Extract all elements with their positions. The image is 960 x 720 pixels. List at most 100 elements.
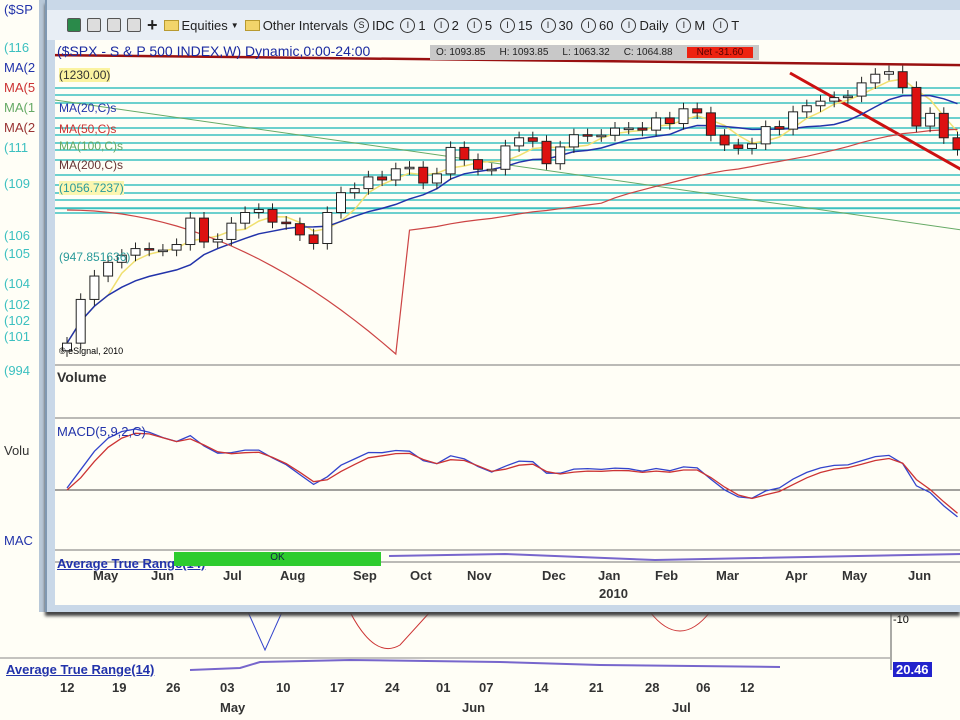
background-date-tick: 12 [60, 680, 75, 695]
candle-up [801, 105, 812, 113]
candle-down [473, 159, 483, 170]
interval-button-daily[interactable]: I Daily [621, 17, 668, 33]
background-date-tick: 06 [696, 680, 711, 695]
price-chart[interactable] [55, 40, 960, 605]
interval-button-15[interactable]: I 15 [500, 17, 533, 33]
interval-button-5[interactable]: I5 [466, 17, 492, 33]
background-left-panel: ($SP (116 MA(2 MA(5 MA(1 MA(2 (111 (109 (106 (105… [0, 0, 45, 612]
background-left-label: MAC [4, 533, 33, 548]
candle-up [445, 146, 456, 175]
background-left-label: (106 [4, 228, 31, 243]
interval-icon: I [713, 17, 729, 33]
background-month-tick: Jun [462, 700, 486, 715]
interval-label: 30 [558, 17, 573, 33]
candle-down [144, 248, 155, 251]
interval-button-t[interactable]: IT [713, 17, 740, 33]
candle-down [541, 140, 552, 165]
candle-up [596, 134, 607, 138]
other-intervals-menu[interactable]: Other Intervals [244, 18, 348, 33]
interval-button-2[interactable]: I2 [433, 17, 459, 33]
candle-down [459, 146, 470, 161]
candle-down [719, 134, 730, 146]
interval-icon: I [621, 17, 637, 33]
background-date-tick: 12 [740, 680, 755, 695]
month-tick: Sep [353, 568, 377, 583]
month-tick: Jan [598, 568, 621, 583]
candle-up [130, 248, 141, 256]
interval-label: M [694, 17, 706, 33]
background-date-tick: 19 [112, 680, 127, 695]
month-tick: Dec [542, 568, 566, 583]
month-tick: Oct [410, 568, 432, 583]
background-left-label: (101 [4, 329, 31, 344]
ohlc-readout: O: 1093.85 H: 1093.85 L: 1063.32 C: 1064… [430, 45, 760, 60]
candle-up [226, 222, 237, 240]
candle-down [377, 176, 388, 181]
month-tick: Jul [223, 568, 242, 583]
symbol-icon: S [353, 17, 369, 33]
properties-icon[interactable] [127, 18, 141, 32]
volume-label: Volume [57, 369, 107, 385]
year-label: 2010 [599, 586, 628, 601]
interval-icon: I [676, 17, 692, 33]
background-date-tick: 24 [385, 680, 400, 695]
copy-icon[interactable] [107, 18, 121, 32]
high-value: H: 1093.85 [499, 47, 549, 58]
macd-label: MACD(5,9,2,C) [57, 424, 146, 439]
add-icon[interactable]: + [147, 15, 158, 36]
symbol-idc-button[interactable]: S IDC [353, 17, 395, 33]
interval-button-1[interactable]: I1 [400, 17, 426, 33]
chart-title: ($SPX - S & P 500 INDEX,W) Dynamic,0:00-… [57, 43, 371, 59]
month-tick: Aug [280, 568, 306, 583]
candle-up [610, 127, 620, 136]
interval-icon: I [433, 17, 449, 33]
candle-down [527, 137, 538, 142]
level-label-947: (947.851636) [59, 250, 131, 264]
interval-label: 15 [518, 17, 533, 33]
candle-up [788, 111, 799, 130]
interval-button-m[interactable]: IM [676, 17, 706, 33]
candle-down [692, 108, 703, 114]
background-date-tick: 26 [166, 680, 181, 695]
idc-label: IDC [371, 17, 395, 33]
candle-up [349, 188, 360, 194]
background-macd-scale: -10 [893, 614, 909, 626]
ma50-label: MA(50,C)s [59, 122, 117, 136]
chart-area[interactable]: ($SPX - S & P 500 INDEX,W) Dynamic,0:00-… [55, 40, 960, 605]
close-value: C: 1064.88 [623, 47, 673, 58]
candle-up [870, 73, 881, 84]
interval-label: T [731, 17, 740, 33]
interval-button-30[interactable]: I 30 [540, 17, 573, 33]
background-atr-line [189, 658, 781, 671]
atr-line [388, 552, 960, 562]
layout-icon[interactable] [67, 18, 81, 32]
candle-down [637, 127, 648, 131]
equities-menu[interactable]: Equities ▼ [163, 18, 239, 33]
background-date-tick: 28 [645, 680, 660, 695]
candle-up [568, 134, 579, 148]
background-left-label: (102 [4, 297, 31, 312]
ma200-label: MA(200,C)s [59, 158, 124, 172]
candle-up [486, 168, 497, 172]
candle-up [390, 168, 401, 181]
macd-line [66, 428, 958, 518]
background-left-label: (116 [4, 40, 30, 55]
interval-label: 1 [418, 17, 426, 33]
candle-up [185, 217, 196, 246]
background-date-tick: 14 [534, 680, 549, 695]
candle-down [281, 221, 292, 225]
interval-icon: I [500, 17, 516, 33]
candle-down [308, 234, 319, 245]
month-tick: Jun [151, 568, 175, 583]
candle-down [199, 217, 209, 243]
candle-up [829, 97, 840, 102]
candle-down [733, 144, 744, 149]
candle-up [747, 143, 757, 149]
background-left-label: (109 [4, 176, 31, 191]
interval-icon: I [540, 17, 556, 33]
candle-up [103, 261, 114, 277]
interval-button-60[interactable]: I 60 [580, 17, 613, 33]
ok-progress-bar[interactable]: OK [174, 552, 381, 566]
folder-icon [163, 19, 179, 31]
refresh-icon[interactable] [87, 18, 101, 32]
